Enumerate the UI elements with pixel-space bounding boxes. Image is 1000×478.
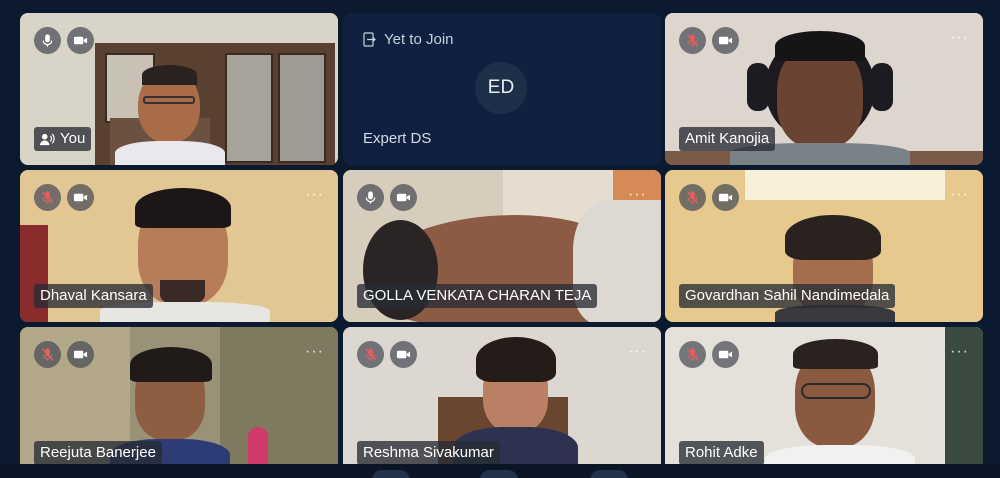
mic-muted-icon[interactable]: [679, 184, 706, 211]
more-options-icon[interactable]: ···: [628, 344, 647, 361]
join-status: Yet to Join: [363, 31, 454, 48]
more-options-icon[interactable]: ···: [950, 344, 969, 361]
mic-muted-icon[interactable]: [679, 27, 706, 54]
mic-icon[interactable]: [34, 27, 61, 54]
participant-tile-reshma-sivakumar[interactable]: Reshma Sivakumar ···: [343, 327, 661, 478]
mic-muted-icon[interactable]: [679, 341, 706, 368]
camera-icon[interactable]: [67, 27, 94, 54]
participant-name-label: Reshma Sivakumar: [357, 441, 500, 465]
mic-muted-icon[interactable]: [34, 184, 61, 211]
mic-muted-icon[interactable]: [357, 341, 384, 368]
participant-name-label: Expert DS: [363, 130, 432, 147]
sign-in-icon: [363, 32, 376, 47]
participant-tile-reejuta-banerjee[interactable]: Reejuta Banerjee ···: [20, 327, 338, 478]
participant-name-label: Dhaval Kansara: [34, 284, 153, 308]
more-options-icon[interactable]: ···: [305, 344, 324, 361]
more-options-icon[interactable]: ···: [305, 187, 324, 204]
participant-tile-rohit-adke[interactable]: Rohit Adke ···: [665, 327, 983, 478]
camera-icon[interactable]: [712, 184, 739, 211]
more-options-icon[interactable]: ···: [950, 187, 969, 204]
more-options-icon[interactable]: ···: [628, 187, 647, 204]
video-grid: You Yet to Join ED Expert DS Amit Kanoji…: [0, 0, 1000, 478]
control-button[interactable]: [372, 470, 410, 478]
participant-name-label: GOLLA VENKATA CHARAN TEJA: [357, 284, 598, 308]
mic-muted-icon[interactable]: [34, 341, 61, 368]
participant-tile-amit-kanojia[interactable]: Amit Kanojia ···: [665, 13, 983, 165]
control-button[interactable]: [480, 470, 518, 478]
participant-tile-you[interactable]: You: [20, 13, 338, 165]
participant-name-label: Reejuta Banerjee: [34, 441, 162, 465]
participant-name-label: Govardhan Sahil Nandimedala: [679, 284, 896, 308]
camera-icon[interactable]: [390, 341, 417, 368]
camera-icon[interactable]: [712, 341, 739, 368]
speaker-person-icon: [40, 132, 55, 145]
participant-tile-dhaval-kansara[interactable]: Dhaval Kansara ···: [20, 170, 338, 322]
participant-name-label: Rohit Adke: [679, 441, 764, 465]
more-options-icon[interactable]: ···: [950, 30, 969, 47]
meeting-controls-bar: [0, 464, 1000, 478]
camera-icon[interactable]: [712, 27, 739, 54]
camera-icon[interactable]: [67, 341, 94, 368]
camera-icon[interactable]: [67, 184, 94, 211]
camera-icon[interactable]: [390, 184, 417, 211]
control-button[interactable]: [590, 470, 628, 478]
participant-tile-expert-ds[interactable]: Yet to Join ED Expert DS: [343, 13, 661, 165]
participant-tile-govardhan-sahil-nandimedala[interactable]: Govardhan Sahil Nandimedala ···: [665, 170, 983, 322]
mic-icon[interactable]: [357, 184, 384, 211]
participant-tile-golla-venkata-charan-teja[interactable]: GOLLA VENKATA CHARAN TEJA ···: [343, 170, 661, 322]
participant-name-label: Amit Kanojia: [679, 127, 776, 151]
avatar: ED: [475, 62, 527, 114]
participant-name-label: You: [34, 127, 92, 151]
